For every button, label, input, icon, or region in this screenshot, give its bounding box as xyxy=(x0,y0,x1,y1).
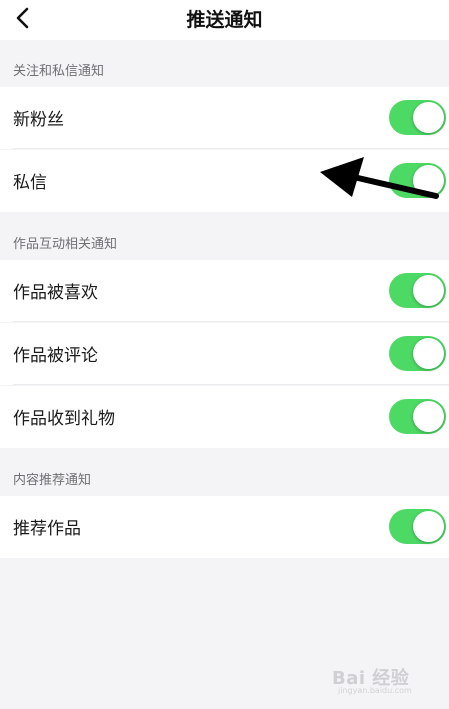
work-liked-toggle[interactable] xyxy=(389,273,446,308)
settings-row-work-liked[interactable]: 作品被喜欢 xyxy=(0,260,449,322)
toggle-knob xyxy=(413,165,444,196)
watermark-url: jingyan.baidu.com xyxy=(338,686,412,695)
section-header-follow-message: 关注和私信通知 xyxy=(0,40,449,87)
page-title: 推送通知 xyxy=(186,9,263,31)
divider xyxy=(13,148,449,149)
settings-row-new-followers[interactable]: 新粉丝 xyxy=(0,87,449,149)
row-label: 作品被评论 xyxy=(13,346,98,366)
divider xyxy=(13,321,449,322)
row-label: 作品被喜欢 xyxy=(13,283,98,303)
work-gift-toggle[interactable] xyxy=(389,399,446,434)
settings-row-recommended-works[interactable]: 推荐作品 xyxy=(0,496,449,558)
settings-row-private-message[interactable]: 私信 xyxy=(0,150,449,212)
section-title: 关注和私信通知 xyxy=(13,64,105,79)
nav-bar: 推送通知 xyxy=(0,0,449,40)
toggle-knob xyxy=(413,275,444,306)
divider xyxy=(13,384,449,385)
section-header-work-interaction: 作品互动相关通知 xyxy=(0,213,449,260)
section-title: 作品互动相关通知 xyxy=(13,237,118,252)
toggle-knob xyxy=(413,102,444,133)
settings-row-work-commented[interactable]: 作品被评论 xyxy=(0,323,449,385)
toggle-knob xyxy=(413,338,444,369)
row-label: 新粉丝 xyxy=(13,110,64,130)
private-message-toggle[interactable] xyxy=(389,163,446,198)
recommended-works-toggle[interactable] xyxy=(389,509,446,544)
work-commented-toggle[interactable] xyxy=(389,336,446,371)
watermark-logo: Bai 经验 jingyan.baidu.com xyxy=(332,660,432,700)
toggle-knob xyxy=(413,401,444,432)
toggle-knob xyxy=(413,511,444,542)
settings-row-work-gift[interactable]: 作品收到礼物 xyxy=(0,386,449,448)
new-followers-toggle[interactable] xyxy=(389,100,446,135)
row-label: 推荐作品 xyxy=(13,519,81,539)
row-label: 私信 xyxy=(13,173,47,193)
section-title: 内容推荐通知 xyxy=(13,473,92,488)
section-header-recommendation: 内容推荐通知 xyxy=(0,449,449,496)
row-label: 作品收到礼物 xyxy=(13,409,115,429)
